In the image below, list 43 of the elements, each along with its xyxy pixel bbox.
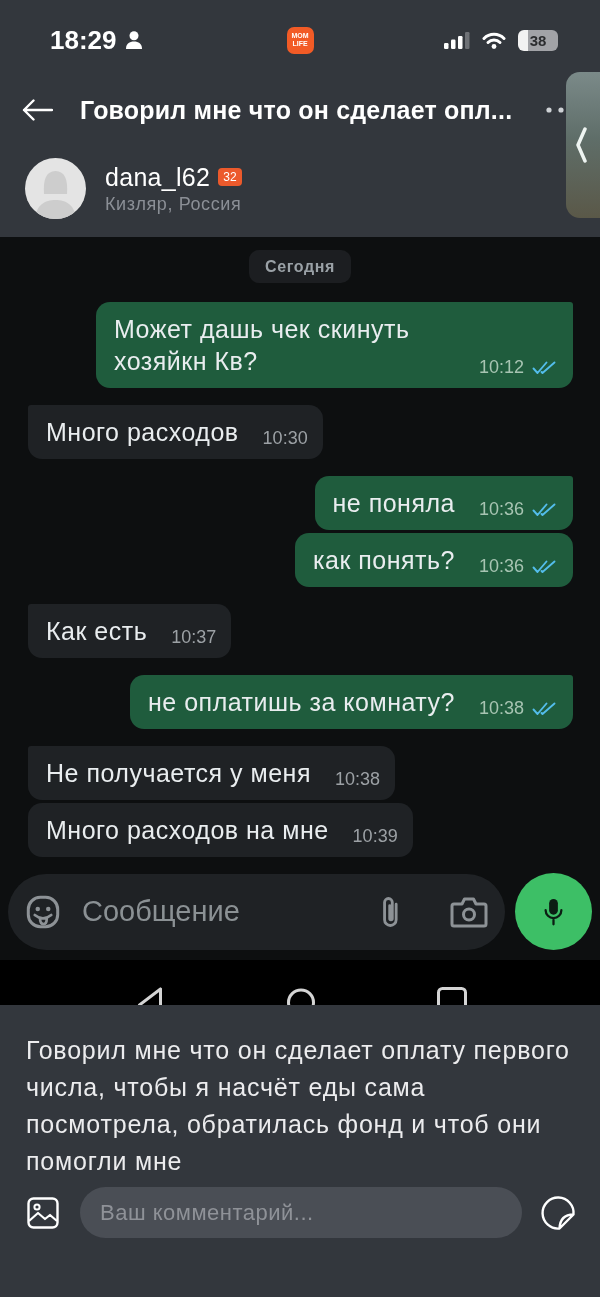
- message-text: Может дашь чек скинуть хозяйкн Кв?: [114, 314, 411, 377]
- back-arrow-icon[interactable]: [22, 99, 53, 121]
- message-field[interactable]: Сообщение: [8, 873, 505, 950]
- chevron-left-icon: [575, 127, 587, 163]
- author-name[interactable]: dana_l62: [105, 162, 211, 192]
- message-time: 10:12: [478, 357, 524, 378]
- wifi-icon: [482, 31, 506, 49]
- battery-indicator: 38: [518, 29, 558, 51]
- message-time: 10:38: [334, 769, 380, 790]
- sticker-icon[interactable]: [540, 1194, 576, 1231]
- nav-recents-icon[interactable]: [437, 987, 467, 1005]
- nav-home-icon[interactable]: [287, 987, 315, 1005]
- message-text: Много расходов на мне: [46, 815, 329, 846]
- message-text: Не получается у меня: [46, 758, 311, 789]
- image-icon[interactable]: [27, 1196, 59, 1229]
- post-text: Говорил мне что он сделает оплату первого числа, чтобы я насчёт еды сама посмотрела, обратилась фонд и чтоб они помогли мне: [25, 1035, 571, 1177]
- message-time: 10:37: [171, 627, 217, 648]
- avatar-placeholder: [25, 158, 86, 219]
- message-time: 10:36: [478, 556, 524, 577]
- message-text: Как есть: [46, 616, 148, 647]
- message-text: не оплатишь за комнату?: [148, 687, 455, 718]
- message-time: 10:36: [478, 499, 524, 520]
- camera-icon[interactable]: [450, 895, 488, 928]
- emoji-icon[interactable]: [25, 893, 61, 930]
- comment-input[interactable]: Ваш комментарий...: [80, 1187, 522, 1238]
- message-text: Много расходов: [46, 417, 239, 448]
- message-time: 10:30: [262, 428, 308, 449]
- message-input[interactable]: Сообщение: [82, 891, 370, 932]
- author-location: Кизляр, Россия: [105, 193, 242, 215]
- message-text: не поняла: [332, 488, 455, 519]
- nav-back-icon[interactable]: [137, 987, 163, 1005]
- message-time: 10:38: [478, 698, 524, 719]
- more-icon[interactable]: [546, 107, 564, 113]
- person-icon: [125, 31, 142, 49]
- status-time: 18:29: [50, 24, 117, 56]
- user-badge: 32: [218, 168, 242, 186]
- microphone-icon: [543, 897, 564, 926]
- date-label: Сегодня: [249, 250, 351, 283]
- side-drawer-handle[interactable]: [566, 72, 600, 218]
- message-text: как понять?: [313, 545, 455, 576]
- post-title: Говорил мне что он сделает опл...: [80, 95, 513, 125]
- signal-icon: [444, 31, 470, 49]
- message-time: 10:39: [352, 826, 398, 847]
